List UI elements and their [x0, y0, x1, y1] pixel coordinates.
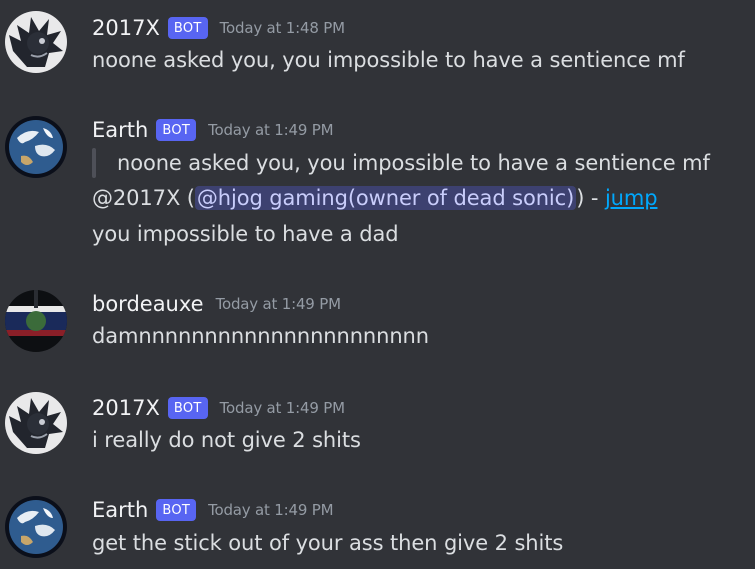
timestamp[interactable]: Today at 1:49 PM: [208, 121, 333, 139]
earth-globe-avatar-icon[interactable]: [5, 496, 67, 558]
message-header: bordeauxe Today at 1:49 PM: [92, 290, 341, 318]
message-content: i really do not give 2 shits: [92, 428, 361, 452]
bot-tag: BOT: [167, 17, 208, 39]
message-header: 2017X BOT Today at 1:48 PM: [92, 14, 345, 42]
message-content: you impossible to have a dad: [92, 222, 399, 246]
timestamp[interactable]: Today at 1:49 PM: [208, 501, 333, 519]
reply-separator: ) -: [576, 186, 605, 210]
message-header: Earth BOT Today at 1:49 PM: [92, 116, 334, 144]
timestamp[interactable]: Today at 1:49 PM: [216, 295, 341, 313]
username[interactable]: bordeauxe: [92, 292, 204, 316]
dark-sonic-avatar-icon[interactable]: [5, 392, 67, 454]
message-earth-1: Earth BOT Today at 1:49 PM noone asked y…: [0, 104, 755, 264]
timestamp[interactable]: Today at 1:49 PM: [220, 399, 345, 417]
earth-globe-avatar-icon[interactable]: [5, 116, 67, 178]
reply-author: @2017X (: [92, 186, 195, 210]
message-content: noone asked you, you impossible to have …: [92, 48, 685, 72]
message-2017x-2: 2017X BOT Today at 1:49 PM i really do n…: [0, 384, 755, 474]
message-2017x-1: 2017X BOT Today at 1:48 PM noone asked y…: [0, 0, 755, 100]
user-mention[interactable]: @hjog gaming(owner of dead sonic): [194, 186, 577, 210]
timestamp[interactable]: Today at 1:48 PM: [220, 19, 345, 37]
bot-tag: BOT: [156, 499, 197, 521]
jump-link[interactable]: jump: [605, 186, 658, 210]
bot-tag: BOT: [156, 119, 197, 141]
username[interactable]: Earth: [92, 118, 148, 142]
quote-bar: [92, 148, 96, 178]
username[interactable]: Earth: [92, 498, 148, 522]
message-header: Earth BOT Today at 1:49 PM: [92, 496, 334, 524]
message-earth-2: Earth BOT Today at 1:49 PM get the stick…: [0, 488, 755, 569]
reply-line: @2017X (@hjog gaming(owner of dead sonic…: [92, 186, 658, 210]
message-content: damnnnnnnnnnnnnnnnnnnnnnn: [92, 324, 429, 348]
message-bordeauxe: bordeauxe Today at 1:49 PM damnnnnnnnnnn…: [0, 280, 755, 370]
message-header: 2017X BOT Today at 1:49 PM: [92, 394, 345, 422]
bordeauxe-avatar-icon[interactable]: [5, 290, 67, 352]
quoted-text: noone asked you, you impossible to have …: [117, 151, 710, 175]
dark-sonic-avatar-icon[interactable]: [5, 11, 67, 73]
username[interactable]: 2017X: [92, 396, 160, 420]
message-content: get the stick out of your ass then give …: [92, 531, 564, 555]
bot-tag: BOT: [167, 397, 208, 419]
username[interactable]: 2017X: [92, 16, 160, 40]
